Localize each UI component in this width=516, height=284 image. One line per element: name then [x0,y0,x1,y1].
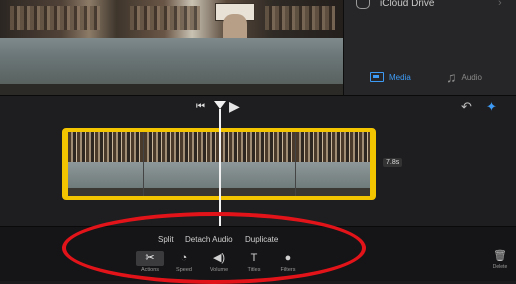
delete-label: Delete [492,264,508,270]
icloud-drive-row[interactable]: iCloud Drive › [344,0,516,14]
timeline-area: ⏮ ▶ ↶ ✦ 7.8s [0,95,516,227]
delete-button[interactable]: 🗑 Delete [489,249,511,270]
play-button[interactable]: ▶ [229,98,240,115]
trash-icon: 🗑 [493,250,507,262]
chevron-right-icon: › [498,0,502,9]
preview-shelf [265,6,335,30]
tab-media[interactable]: Media [370,72,411,82]
preview-counter [0,38,343,84]
tab-media-label: Media [389,72,411,82]
media-browser-panel: iCloud Drive › Media ♫ Audio [343,0,516,95]
icloud-drive-label: iCloud Drive [380,0,435,9]
media-icon [370,72,384,82]
preview-floor [0,84,343,95]
playback-controls: ⏮ ▶ ↶ ✦ [0,96,516,120]
skip-to-start-icon[interactable]: ⏮ [196,101,205,112]
tab-audio-label: Audio [461,72,482,82]
preview-shelf [10,6,100,30]
tab-audio[interactable]: ♫ Audio [446,69,482,85]
music-note-icon: ♫ [446,69,457,85]
playhead-marker [214,101,226,109]
clip-duration-badge: 7.8s [383,158,403,167]
clip-thumbnail [144,132,219,196]
preview-person [223,14,247,40]
video-preview[interactable] [0,0,343,95]
clip-thumbnail [68,132,143,196]
playhead-line[interactable] [219,109,221,227]
annotation-circle [62,212,366,284]
undo-icon[interactable]: ↶ [461,99,472,115]
clip-thumbnail [296,132,370,196]
cloud-icon [356,0,370,9]
preview-shelf [130,6,200,30]
audio-waveform-icon[interactable]: ✦ [486,99,497,115]
clip-thumbnail [220,132,295,196]
